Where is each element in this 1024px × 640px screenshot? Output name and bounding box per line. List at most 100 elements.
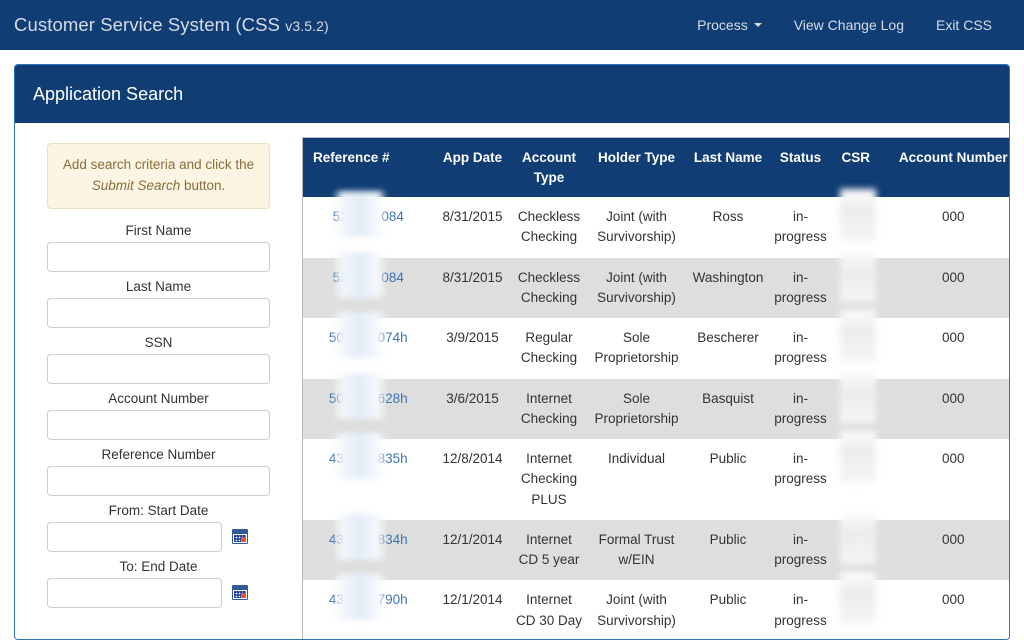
cell-csr xyxy=(832,511,889,581)
cell-last-name: Public xyxy=(709,531,747,547)
ssn-input[interactable] xyxy=(47,353,270,384)
field-first-name: First Name xyxy=(47,223,270,272)
table-body: 524 084 8/31/2015 Checkless Checking Joint … xyxy=(302,189,1009,639)
search-sidebar: Add search criteria and click the Submit… xyxy=(15,123,288,639)
cell-account-type: Checkless Checking xyxy=(517,269,581,305)
redaction-overlay xyxy=(839,249,876,302)
nav-item-view-change-log-label: View Change Log xyxy=(793,17,904,33)
reference-number-input[interactable] xyxy=(47,465,270,496)
cell-holder-type: Joint (with Survivorship) xyxy=(597,269,676,305)
table-row[interactable]: 524 084 8/31/2015 Checkless Checking Joint … xyxy=(302,189,1009,258)
table-row[interactable]: 524 084 8/31/2015 Checkless Checking Joint … xyxy=(302,249,1009,319)
field-start-date: From: Start Date xyxy=(47,503,270,552)
end-date-input[interactable] xyxy=(47,577,222,608)
cell-status: in-progress xyxy=(774,390,827,426)
column-header-reference[interactable]: Reference # xyxy=(302,137,434,198)
redaction-overlay xyxy=(839,189,876,242)
table-row[interactable]: 433 790h 12/1/2014 Internet CD 30 Day Joint… xyxy=(302,572,1009,639)
nav-item-exit-css[interactable]: Exit CSS xyxy=(920,17,1008,33)
cell-last-name: Public xyxy=(709,451,747,467)
cell-status: in-progress xyxy=(774,592,827,628)
nav-item-view-change-log[interactable]: View Change Log xyxy=(778,17,920,33)
column-header-holder-type[interactable]: Holder Type xyxy=(586,137,687,198)
account-number-input[interactable] xyxy=(47,409,270,440)
redaction-overlay xyxy=(839,310,876,363)
start-date-input[interactable] xyxy=(47,521,222,552)
field-account-number: Account Number xyxy=(47,391,270,440)
cell-holder-type: Formal Trust w/EIN xyxy=(598,531,675,568)
reference-number-link[interactable]: 433 790h xyxy=(329,592,408,607)
reference-number-link[interactable]: 506 628h xyxy=(329,391,408,406)
search-instructions-alert: Add search criteria and click the Submit… xyxy=(47,143,270,209)
cell-reference-number[interactable]: 433 834h xyxy=(303,513,434,581)
cell-account-type: Checkless Checking xyxy=(517,209,581,245)
cell-app-date: 8/31/2015 xyxy=(442,209,503,225)
column-header-status[interactable]: Status xyxy=(769,137,832,198)
reference-number-link[interactable]: 524 084 xyxy=(333,270,404,285)
field-end-date: To: End Date xyxy=(47,559,270,608)
redaction-overlay xyxy=(839,511,876,564)
cell-app-date: 8/31/2015 xyxy=(442,269,503,285)
alert-text-after: button. xyxy=(180,177,226,193)
reference-number-link[interactable]: 506 074h xyxy=(329,330,408,345)
cell-app-date: 12/1/2014 xyxy=(442,531,503,547)
start-date-label: From: Start Date xyxy=(108,502,209,518)
panel-header: Application Search xyxy=(15,65,1009,123)
end-date-calendar-icon[interactable] xyxy=(232,585,248,601)
cell-account-number: 000 xyxy=(941,451,965,467)
start-date-calendar-icon[interactable] xyxy=(232,529,248,545)
cell-reference-number[interactable]: 524 084 xyxy=(303,251,434,319)
table-row[interactable]: 434 835h 12/8/2014 Internet Checking PLUS I… xyxy=(302,431,1009,520)
nav-item-exit-css-label: Exit CSS xyxy=(935,17,992,33)
table-row[interactable]: 506 074h 3/9/2015 Regular Checking Sole Pro… xyxy=(302,310,1009,379)
table-row[interactable]: 433 834h 12/1/2014 Internet CD 5 year Forma… xyxy=(302,511,1009,581)
column-header-last-name[interactable]: Last Name xyxy=(686,137,770,198)
end-date-label: To: End Date xyxy=(119,558,198,574)
cell-account-type: Internet CD 30 Day xyxy=(515,592,583,628)
column-header-account-number[interactable]: Account Number xyxy=(888,137,1009,198)
reference-number-link[interactable]: 433 834h xyxy=(329,532,408,547)
cell-app-date: 3/9/2015 xyxy=(446,330,499,346)
cell-reference-number[interactable]: 524 084 xyxy=(303,191,434,258)
cell-last-name: Ross xyxy=(712,209,744,225)
cell-reference-number[interactable]: 506 074h xyxy=(303,312,434,379)
cell-last-name: Basquist xyxy=(702,390,754,406)
page-container: Application Search Add search criteria a… xyxy=(0,50,1024,640)
table-row[interactable]: 506 628h 3/6/2015 Internet Checking Sole Pr… xyxy=(302,370,1009,440)
panel-body: Add search criteria and click the Submit… xyxy=(15,123,1009,639)
column-header-csr[interactable]: CSR xyxy=(831,137,889,198)
cell-reference-number[interactable]: 434 835h xyxy=(303,433,434,520)
cell-holder-type: Individual xyxy=(607,451,666,467)
cell-account-type: Internet Checking PLUS xyxy=(520,451,578,507)
cell-account-number: 000 xyxy=(941,269,965,285)
nav-links: Process View Change Log Exit CSS xyxy=(681,17,1008,33)
cell-status: in-progress xyxy=(774,269,827,305)
chevron-down-icon xyxy=(753,23,762,27)
cell-status: in-progress xyxy=(774,209,827,245)
cell-account-number: 000 xyxy=(941,330,965,346)
cell-account-number: 000 xyxy=(941,592,965,608)
nav-item-process[interactable]: Process xyxy=(681,17,778,33)
reference-number-link[interactable]: 434 835h xyxy=(329,451,408,466)
cell-reference-number[interactable]: 433 790h xyxy=(303,574,434,639)
alert-text-before: Add search criteria and click the xyxy=(62,157,255,172)
column-header-account-type[interactable]: Account Type xyxy=(511,137,587,198)
table-header-row: Reference # App Date Account Type Holder… xyxy=(302,137,1009,198)
last-name-label: Last Name xyxy=(125,278,192,294)
cell-account-number: 000 xyxy=(941,209,965,225)
last-name-input[interactable] xyxy=(47,297,270,328)
cell-holder-type: Joint (with Survivorship) xyxy=(597,209,676,245)
reference-number-link[interactable]: 524 084 xyxy=(333,209,404,224)
column-header-app-date[interactable]: App Date xyxy=(433,137,512,198)
cell-csr xyxy=(832,310,889,379)
cell-app-date: 12/8/2014 xyxy=(442,451,503,467)
first-name-input[interactable] xyxy=(47,241,270,272)
cell-reference-number[interactable]: 506 628h xyxy=(303,372,434,440)
field-last-name: Last Name xyxy=(47,279,270,328)
alert-emphasis: Submit Search xyxy=(91,177,181,193)
cell-csr xyxy=(832,189,889,258)
table-head: Reference # App Date Account Type Holder… xyxy=(302,137,1009,198)
app-title: Customer Service System (CSS v3.5.2) xyxy=(14,14,329,36)
app-title-text: Customer Service System (CSS xyxy=(14,14,286,35)
cell-holder-type: Sole Proprietorship xyxy=(594,390,679,426)
